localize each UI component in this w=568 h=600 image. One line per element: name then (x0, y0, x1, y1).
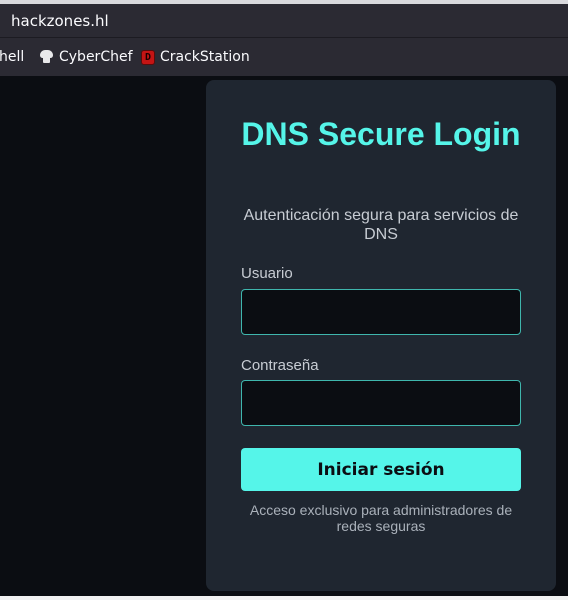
username-input[interactable] (241, 289, 521, 335)
bookmark-cyberchef[interactable]: CyberChef (39, 49, 133, 65)
page-subtitle: Autenticación segura para servicios de D… (243, 207, 519, 243)
page-bottom-edge (0, 596, 568, 600)
login-card: DNS Secure Login Autenticación segura pa… (206, 80, 556, 591)
bookmark-label: hell (0, 49, 25, 65)
password-label: Contraseña (241, 357, 319, 374)
bookmark-label: CyberChef (59, 49, 133, 65)
address-bar[interactable]: hackzones.hl (0, 4, 568, 38)
username-label: Usuario (241, 265, 293, 282)
chef-hat-icon (39, 50, 54, 64)
bookmark-crackstation[interactable]: D CrackStation (141, 49, 250, 65)
address-text[interactable]: hackzones.hl (11, 12, 109, 30)
bookmark-shell[interactable]: hell (0, 49, 24, 65)
crackstation-icon: D (141, 49, 155, 65)
page-title: DNS Secure Login (241, 116, 521, 152)
bookmarks-bar: hell CyberChef D CrackStation (0, 38, 568, 76)
bookmark-label: CrackStation (160, 49, 250, 65)
access-note: Acceso exclusivo para administradores de… (249, 502, 513, 534)
password-input[interactable] (241, 380, 521, 426)
login-button[interactable]: Iniciar sesión (241, 448, 521, 491)
